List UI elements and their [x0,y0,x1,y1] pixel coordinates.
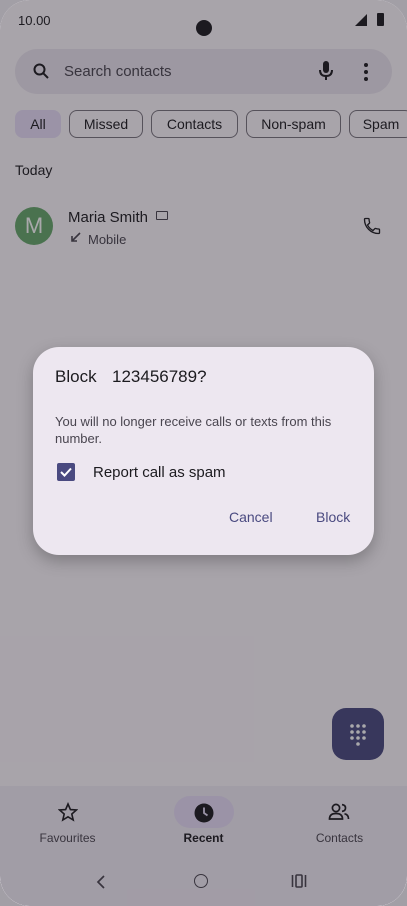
cancel-button[interactable]: Cancel [229,509,273,525]
dialog-title: Block [55,367,97,386]
checkmark-icon [60,467,72,477]
dialog-message: You will no longer receive calls or text… [55,414,332,446]
block-number-dialog: Block 123456789? You will no longer rece… [33,347,374,555]
dialog-phone-number: 123456789? [112,367,207,386]
report-spam-label[interactable]: Report call as spam [93,464,226,481]
phone-screen: 10.00 Search contacts All Missed Contact… [0,0,407,906]
report-spam-checkbox[interactable] [57,463,75,481]
block-button[interactable]: Block [316,509,350,525]
